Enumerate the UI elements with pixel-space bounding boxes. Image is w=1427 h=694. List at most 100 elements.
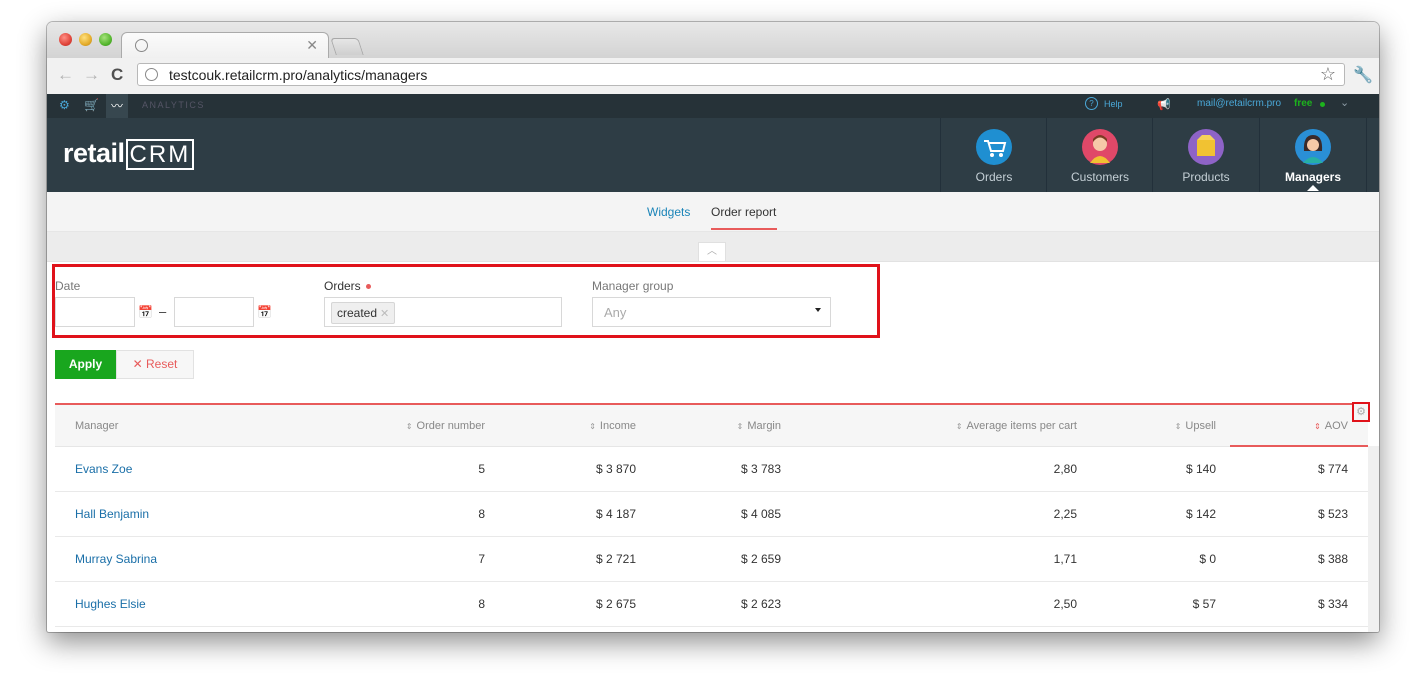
tab-widgets[interactable]: Widgets (647, 205, 690, 219)
address-bar[interactable]: testcouk.retailcrm.pro/analytics/manager… (137, 63, 1345, 86)
col-aov[interactable]: ⇕ AOV (1314, 420, 1348, 432)
customer-avatar-icon (1082, 129, 1118, 165)
calendar-icon[interactable]: 📅 (138, 305, 153, 319)
section-label: ANALYTICS (142, 100, 205, 110)
order-number-cell: 7 (478, 552, 485, 566)
new-tab-button[interactable] (330, 38, 364, 55)
order-number-cell: 8 (478, 507, 485, 521)
chevron-down-icon[interactable]: ⌄ (1340, 96, 1349, 109)
income-cell: $ 4 187 (595, 507, 636, 521)
margin-cell: $ 2 623 (740, 597, 781, 611)
page-icon (145, 68, 158, 81)
settings-gear-icon[interactable]: ⚙ (59, 98, 70, 112)
sort-icon: ⇕ (405, 422, 413, 431)
product-box-icon (1188, 129, 1224, 165)
order-number-cell: 8 (478, 597, 485, 611)
table-row: Murray Sabrina 7 $ 2 721 $ 2 659 1,71 $ 0 $ 38… (55, 537, 1368, 582)
calendar-icon[interactable]: 📅 (257, 305, 272, 319)
col-income[interactable]: ⇕ Income (589, 420, 636, 432)
page-scrollbar[interactable] (1368, 446, 1379, 632)
aov-cell: $ 388 (1317, 552, 1348, 566)
margin-cell: $ 3 783 (740, 462, 781, 476)
manager-avatar-icon (1295, 129, 1331, 165)
user-email[interactable]: mail@retailcrm.pro (1197, 98, 1281, 109)
income-cell: $ 3 870 (595, 462, 636, 476)
globe-icon (135, 39, 148, 52)
date-range-separator: – (159, 304, 167, 319)
col-upsell[interactable]: ⇕ Upsell (1175, 420, 1216, 432)
table-row: Evans Zoe 5 $ 3 870 $ 3 783 2,80 $ 140 $ 774 (55, 447, 1368, 492)
sort-icon: ⇕ (589, 422, 596, 431)
order-number-cell: 5 (478, 462, 485, 476)
help-link[interactable]: Help (1104, 99, 1123, 109)
manager-name-link[interactable]: Murray Sabrina (75, 552, 157, 566)
address-url[interactable]: testcouk.retailcrm.pro/analytics/manager… (169, 67, 427, 83)
col-order-number[interactable]: ⇕ Order number (406, 420, 485, 432)
date-from-input[interactable] (55, 297, 135, 327)
app-header: retail CRM Orders Customers Products Mana (47, 118, 1379, 192)
manager-group-label: Manager group (592, 279, 674, 293)
reset-x-icon: ✕ (132, 357, 147, 371)
browser-tab[interactable]: ✕ (121, 32, 329, 59)
reload-icon[interactable]: C (111, 66, 123, 84)
table-settings-gear-icon[interactable]: ⚙ (1352, 402, 1370, 422)
manager-group-select[interactable]: Any (592, 297, 831, 327)
date-to-input[interactable] (174, 297, 254, 327)
orders-status-input[interactable]: created ✕ (324, 297, 562, 327)
retailcrm-logo[interactable]: retail CRM (63, 138, 195, 170)
col-manager[interactable]: Manager (75, 420, 118, 432)
close-window-button[interactable] (59, 33, 72, 46)
nav-products[interactable]: Products (1152, 118, 1259, 192)
minimize-window-button[interactable] (79, 33, 92, 46)
required-dot (365, 284, 371, 290)
average-items-cell: 1,71 (1053, 552, 1077, 566)
manager-name-link[interactable]: Hall Benjamin (75, 507, 149, 521)
bookmark-star-icon[interactable]: ☆ (1320, 64, 1336, 85)
orders-label: Orders (324, 279, 371, 293)
chip-remove-icon[interactable]: ✕ (380, 308, 389, 320)
help-icon[interactable]: ? (1085, 97, 1098, 110)
manager-name-link[interactable]: Hughes Elsie (75, 597, 146, 611)
upsell-cell: $ 57 (1192, 597, 1216, 611)
managers-table: Manager ⇕ Order number ⇕ Income ⇕ Margin ⇕ A… (55, 405, 1368, 627)
margin-cell: $ 2 659 (740, 552, 781, 566)
sort-icon: ⇕ (1174, 422, 1182, 431)
status-dot (1320, 102, 1325, 107)
forward-arrow-icon[interactable]: → (83, 66, 100, 84)
analytics-chart-icon[interactable]: 〰 (106, 94, 129, 118)
aov-cell: $ 774 (1317, 462, 1348, 476)
manager-group-value: Any (604, 305, 627, 320)
back-arrow-icon[interactable]: ← (57, 66, 74, 84)
plan-badge: free (1294, 98, 1313, 109)
apply-button[interactable]: Apply (55, 350, 116, 379)
income-cell: $ 2 675 (595, 597, 636, 611)
nav-managers[interactable]: Managers (1259, 118, 1367, 192)
browser-toolbar: ← → C testcouk.retailcrm.pro/analytics/m… (47, 58, 1379, 95)
collapse-filters-toggle[interactable]: ︿ (698, 242, 726, 261)
average-items-cell: 2,50 (1053, 597, 1077, 611)
nav-customers[interactable]: Customers (1046, 118, 1153, 192)
income-cell: $ 2 721 (595, 552, 636, 566)
status-chip[interactable]: created ✕ (331, 302, 396, 324)
date-label: Date (55, 279, 81, 293)
manager-name-link[interactable]: Evans Zoe (75, 462, 132, 476)
browser-window: ✕ ← → C testcouk.retailcrm.pro/analytics… (47, 22, 1379, 632)
browser-titlebar: ✕ (47, 22, 1379, 59)
tab-close-icon[interactable]: ✕ (306, 37, 318, 54)
table-body: Evans Zoe 5 $ 3 870 $ 3 783 2,80 $ 140 $ 774 Ha… (55, 447, 1368, 627)
app-top-strip: ⚙ 🛒 〰 ANALYTICS ? Help 📢 mail@retailcrm.… (47, 94, 1379, 118)
nav-orders[interactable]: Orders (940, 118, 1047, 192)
cart-icon[interactable]: 🛒 (84, 98, 99, 112)
nav-managers-label: Managers (1284, 170, 1342, 184)
col-margin[interactable]: ⇕ Margin (737, 420, 781, 432)
reset-button[interactable]: ✕ Reset (116, 350, 194, 379)
wrench-icon[interactable]: 🔧 (1353, 65, 1373, 85)
sort-icon: ⇕ (1314, 422, 1321, 431)
table-header: Manager ⇕ Order number ⇕ Income ⇕ Margin ⇕ A… (55, 405, 1368, 447)
zoom-window-button[interactable] (99, 33, 112, 46)
megaphone-icon[interactable]: 📢 (1157, 98, 1171, 111)
col-average-items[interactable]: ⇕ Average items per cart (956, 420, 1077, 432)
tab-order-report[interactable]: Order report (711, 205, 776, 219)
logo-retail-text: retail (63, 138, 125, 168)
active-tab-underline (711, 228, 777, 230)
